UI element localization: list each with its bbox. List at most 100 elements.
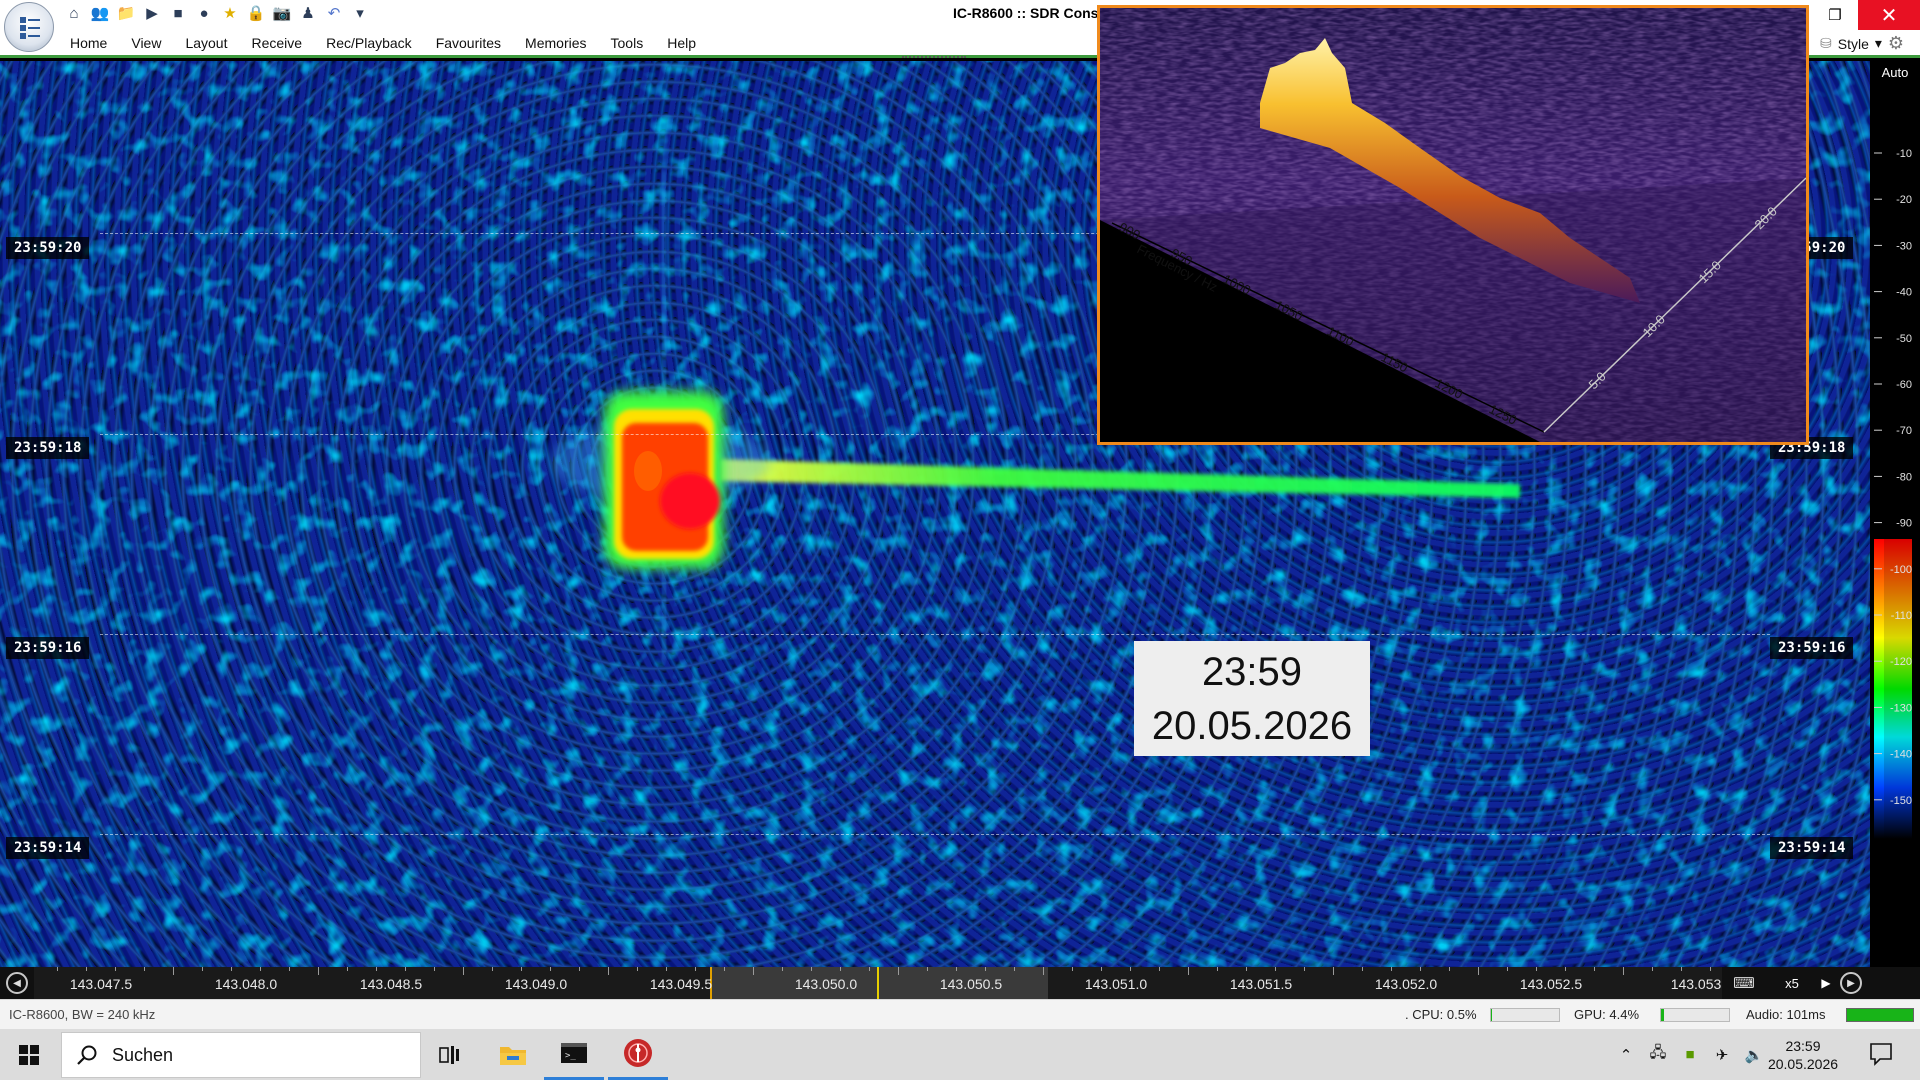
- menu-help[interactable]: Help: [655, 35, 708, 51]
- ribbon-tabs: Home View Layout Receive Rec/Playback Fa…: [58, 35, 708, 51]
- level-auto-button[interactable]: Auto: [1870, 65, 1920, 80]
- undo-icon[interactable]: ↶: [324, 3, 344, 23]
- level-tick-label: -110: [1891, 610, 1912, 622]
- freq-tick-label: 143.050.0: [795, 976, 857, 992]
- menu-home[interactable]: Home: [58, 35, 119, 51]
- frequency-axis-bar[interactable]: ◀ 143.047.5 143.048.0 143.048.5 143.049.0 14…: [0, 967, 1920, 999]
- menu-favourites[interactable]: Favourites: [424, 35, 513, 51]
- level-tick-label: -100: [1890, 564, 1912, 576]
- windows-taskbar: Suchen >_ ⌃ 🖧 ■ ✈ 🔈 23:59 20.05.2026: [0, 1029, 1920, 1080]
- disc-icon[interactable]: ●: [194, 3, 214, 23]
- star-icon[interactable]: ★: [220, 3, 240, 23]
- freq-tick-label: 143.051.5: [1230, 976, 1292, 992]
- restore-button[interactable]: ❐: [1812, 0, 1858, 30]
- audio-meter: [1846, 1008, 1914, 1022]
- chevron-up-icon[interactable]: ⌃: [1616, 1045, 1636, 1065]
- close-button[interactable]: ✕: [1858, 0, 1920, 30]
- level-tick-label: -150: [1890, 795, 1912, 807]
- terminal-button[interactable]: >_: [544, 1029, 604, 1080]
- menu-memories[interactable]: Memories: [513, 35, 598, 51]
- zoom-next-icon[interactable]: ▶: [1816, 972, 1836, 994]
- freq-tick-label: 143.049.0: [505, 976, 567, 992]
- audio-meter-fill: [1847, 1009, 1913, 1021]
- freq-tick-label: 143.048.0: [215, 976, 277, 992]
- windows-logo-icon: [19, 1044, 39, 1065]
- freq-tick-label: 143.052.0: [1375, 976, 1437, 992]
- freq-tick-label: 143.053: [1671, 976, 1722, 992]
- dropdown-icon[interactable]: ▾: [350, 3, 370, 23]
- bell-icon[interactable]: ♟: [298, 3, 318, 23]
- close-icon: ✕: [1880, 4, 1898, 27]
- level-tick-label: -70: [1896, 425, 1912, 437]
- level-tick-label: -20: [1896, 194, 1912, 206]
- file-explorer-button[interactable]: [483, 1029, 543, 1080]
- tuned-frequency-marker[interactable]: [877, 967, 879, 999]
- menu-receive[interactable]: Receive: [240, 35, 315, 51]
- scroll-left-button[interactable]: ◀: [6, 972, 28, 994]
- level-scale[interactable]: -10 -20 -30 -40 -50 -60 -70 -80 -90 -100 -110 -120 -…: [1870, 61, 1920, 967]
- taskbar-clock[interactable]: 23:59 20.05.2026: [1758, 1037, 1848, 1073]
- freq-tick-label: 143.051.0: [1085, 976, 1147, 992]
- level-tick-label: -10: [1896, 148, 1912, 160]
- start-button[interactable]: [0, 1029, 58, 1080]
- menu-rec-playback[interactable]: Rec/Playback: [314, 35, 424, 51]
- overlay-date: 20.05.2026: [1151, 703, 1353, 748]
- play-right-icon: ▶: [1847, 977, 1855, 989]
- taskbar-time: 23:59: [1785, 1038, 1821, 1054]
- menu-layout[interactable]: Layout: [173, 35, 239, 51]
- airplane-icon[interactable]: ✈: [1712, 1045, 1732, 1065]
- sdr-console-icon: [624, 1039, 652, 1067]
- svg-text:>_: >_: [565, 1051, 576, 1061]
- task-view-button[interactable]: [420, 1029, 480, 1080]
- freq-tick-label: 143.049.5: [650, 976, 712, 992]
- play-icon[interactable]: ▶: [142, 3, 162, 23]
- timestamp-left: 23:59:14: [6, 837, 90, 859]
- network-icon[interactable]: 🖧: [1648, 1044, 1668, 1065]
- time-gridline: [100, 634, 1770, 635]
- cpu-meter: [1490, 1008, 1560, 1022]
- timestamp-right: 23:59:14: [1770, 837, 1854, 859]
- level-tick-label: -140: [1890, 749, 1912, 761]
- ribbon-resize-grip[interactable]: [902, 56, 966, 58]
- level-tick-label: -40: [1896, 287, 1912, 299]
- zoom-level[interactable]: x5: [1770, 972, 1814, 994]
- restore-icon: ❐: [1828, 7, 1842, 24]
- freq-tick-label: 143.047.5: [70, 976, 132, 992]
- spectrum-3d-inset[interactable]: 900 950 1000 1050 1100 1150 1200 1250 Fr…: [1097, 5, 1809, 445]
- sdr-console-button[interactable]: [608, 1029, 668, 1080]
- gpu-status: GPU: 4.4%: [1574, 1007, 1640, 1022]
- gear-icon[interactable]: ⚙: [1888, 33, 1904, 54]
- style-label: Style: [1837, 35, 1869, 52]
- menu-tools[interactable]: Tools: [599, 35, 656, 51]
- notification-icon[interactable]: [1868, 1041, 1894, 1067]
- menu-view[interactable]: View: [119, 35, 173, 51]
- scroll-right-button[interactable]: ▶: [1840, 972, 1862, 994]
- camera-icon[interactable]: 📷: [272, 3, 292, 23]
- status-bar: IC-R8600, BW = 240 kHz . CPU: 0.5% GPU: …: [0, 999, 1920, 1029]
- home-icon[interactable]: ⌂: [64, 3, 84, 23]
- level-tick-label: -90: [1896, 518, 1912, 530]
- folder-icon[interactable]: 📁: [116, 3, 136, 23]
- freq-tick-label: 143.050.5: [940, 976, 1002, 992]
- taskbar-date: 20.05.2026: [1767, 1056, 1839, 1072]
- stop-icon[interactable]: ■: [168, 3, 188, 23]
- users-icon[interactable]: 👥: [90, 3, 110, 23]
- level-scale-svg: -10 -20 -30 -40 -50 -60 -70 -80 -90 -100 -110 -120 -…: [1874, 148, 1912, 839]
- keyboard-icon[interactable]: ⌨: [1722, 972, 1766, 994]
- level-tick-label: -60: [1896, 379, 1912, 391]
- app-menu-icon: [20, 17, 40, 39]
- frequency-scale[interactable]: 143.047.5 143.048.0 143.048.5 143.049.0 143.…: [34, 967, 1722, 999]
- overlay-time: 23:59: [1201, 649, 1303, 694]
- nvidia-icon[interactable]: ■: [1680, 1045, 1700, 1065]
- quick-access-toolbar: ⌂ 👥 📁 ▶ ■ ● ★ 🔒 📷 ♟ ↶ ▾: [64, 3, 370, 23]
- task-view-icon: [439, 1045, 459, 1064]
- search-label: Suchen: [112, 1044, 174, 1065]
- taskbar-search-box[interactable]: Suchen: [61, 1032, 421, 1078]
- freq-tick-label: 143.052.5: [1520, 976, 1582, 992]
- style-menu[interactable]: ⛁ Style ▾ ⚙: [1820, 33, 1904, 54]
- timestamp-left: 23:59:20: [6, 237, 90, 259]
- lock-icon[interactable]: 🔒: [246, 3, 266, 23]
- cpu-status: . CPU: 0.5%: [1405, 1007, 1477, 1022]
- level-tick-label: -120: [1890, 656, 1912, 668]
- application-menu-button[interactable]: [4, 2, 54, 52]
